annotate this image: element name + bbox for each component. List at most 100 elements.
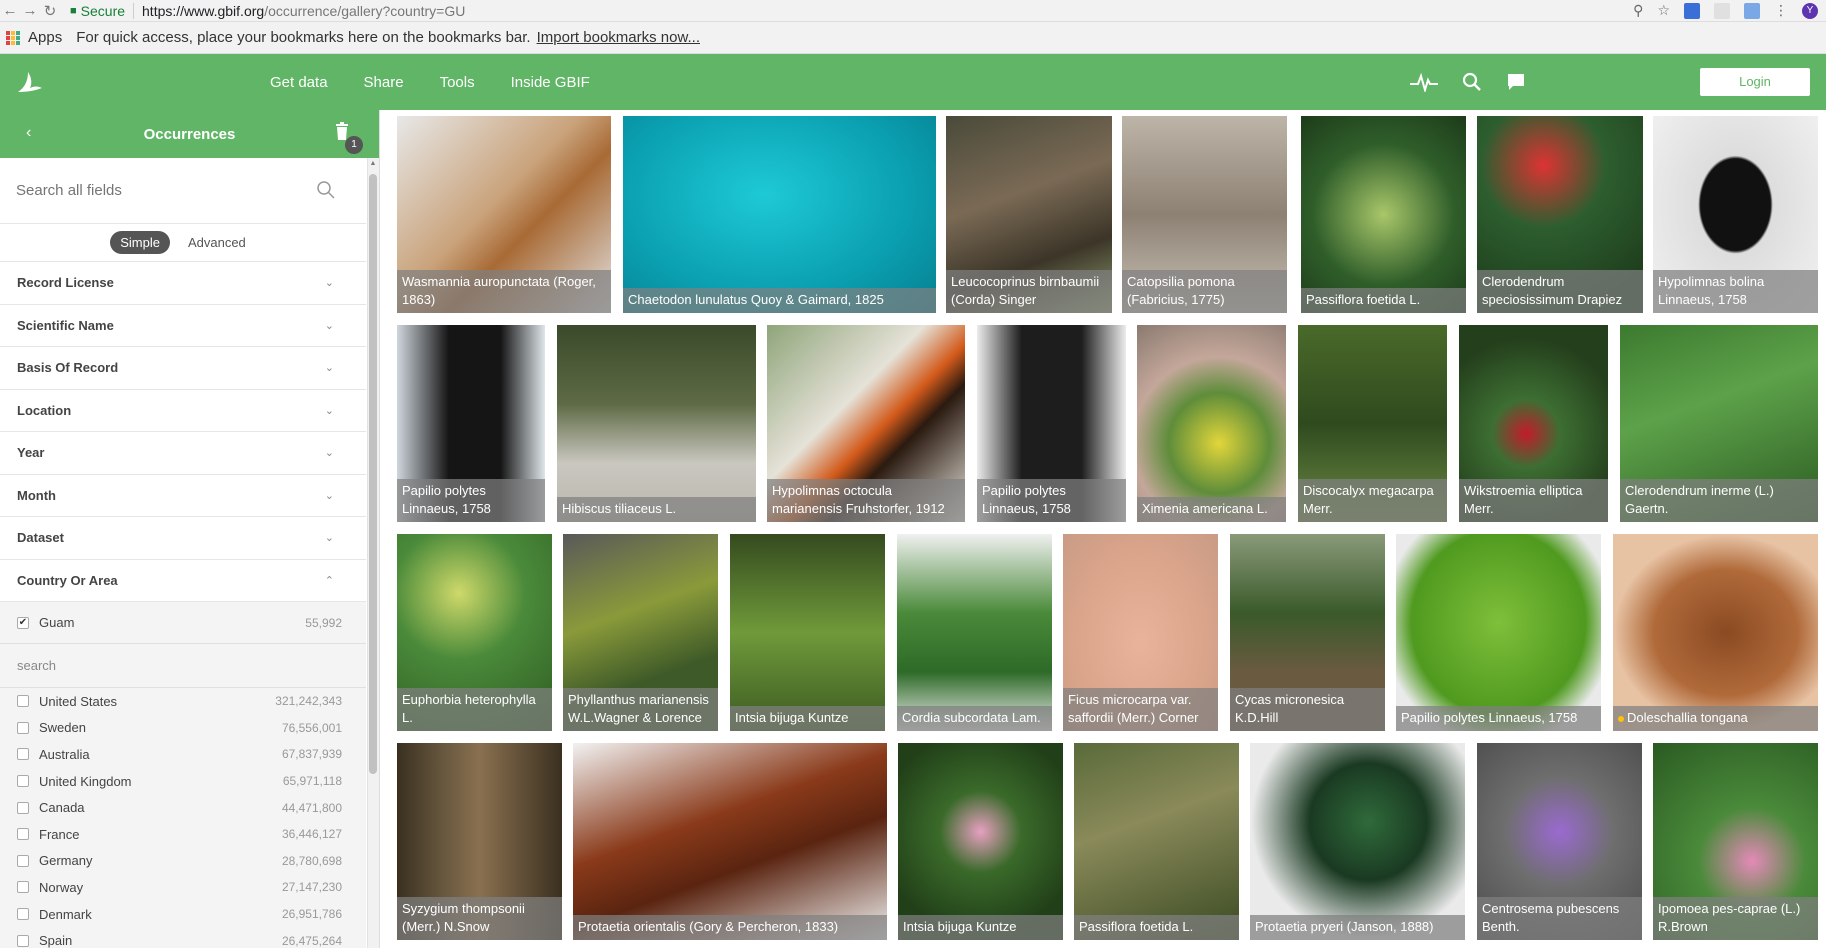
checkbox[interactable] bbox=[17, 828, 29, 841]
country-option[interactable]: Australia 67,837,939 bbox=[0, 741, 366, 768]
nav-share[interactable]: Share bbox=[364, 74, 404, 91]
tile-caption: Catopsilia pomona (Fabricius, 1775) bbox=[1122, 270, 1287, 313]
filter-basis-of-record[interactable]: Basis Of Record ⌄ bbox=[0, 347, 366, 390]
gallery-tile[interactable]: Papilio polytes Linnaeus, 1758 bbox=[397, 325, 545, 522]
gallery-tile[interactable]: Passiflora foetida L. bbox=[1301, 116, 1466, 313]
checkbox[interactable] bbox=[17, 748, 29, 761]
search-icon[interactable] bbox=[1462, 72, 1482, 92]
country-option[interactable]: Norway 27,147,230 bbox=[0, 874, 366, 901]
gbif-logo-icon[interactable] bbox=[14, 66, 46, 98]
checkbox-checked[interactable]: ✔ bbox=[17, 616, 29, 629]
gallery-tile[interactable]: Hibiscus tiliaceus L. bbox=[557, 325, 756, 522]
extension-shield-icon[interactable] bbox=[1714, 2, 1730, 19]
profile-avatar[interactable]: Y bbox=[1802, 2, 1818, 19]
gallery-tile[interactable]: Wikstroemia elliptica Merr. bbox=[1459, 325, 1608, 522]
extension-document-icon[interactable] bbox=[1744, 2, 1760, 19]
gallery-tile[interactable]: Hypolimnas octocula marianensis Fruhstor… bbox=[767, 325, 965, 522]
country-option[interactable]: United Kingdom 65,971,118 bbox=[0, 768, 366, 795]
checkbox[interactable] bbox=[17, 801, 29, 814]
search-icon[interactable] bbox=[316, 180, 336, 200]
collapse-sidebar-chevron-icon[interactable]: ‹ bbox=[26, 124, 31, 142]
mode-advanced-button[interactable]: Advanced bbox=[178, 231, 256, 254]
checkbox[interactable] bbox=[17, 881, 29, 894]
checkbox[interactable] bbox=[17, 721, 29, 734]
filter-label: Country Or Area bbox=[17, 572, 118, 588]
country-option[interactable]: Sweden 76,556,001 bbox=[0, 715, 366, 742]
selected-country-row[interactable]: ✔ Guam 55,992 bbox=[0, 602, 366, 644]
country-option[interactable]: United States 321,242,343 bbox=[0, 688, 366, 715]
sidebar-scroll-thumb[interactable] bbox=[369, 174, 377, 774]
nav-tools[interactable]: Tools bbox=[440, 74, 475, 91]
country-count: 44,471,800 bbox=[281, 800, 342, 815]
back-arrow-icon[interactable]: ← bbox=[0, 2, 20, 19]
country-option[interactable]: France 36,446,127 bbox=[0, 821, 366, 848]
country-search-field[interactable]: search bbox=[0, 644, 366, 688]
unverified-dot-icon bbox=[1618, 715, 1624, 722]
gallery-tile[interactable]: Hypolimnas bolina Linnaeus, 1758 bbox=[1653, 116, 1818, 313]
gallery-tile[interactable]: Catopsilia pomona (Fabricius, 1775) bbox=[1122, 116, 1287, 313]
reload-icon[interactable]: ↻ bbox=[40, 2, 60, 20]
trash-icon[interactable] bbox=[335, 122, 349, 140]
gallery-tile[interactable]: Intsia bijuga Kuntze bbox=[898, 743, 1063, 940]
filter-year[interactable]: Year ⌄ bbox=[0, 432, 366, 475]
gallery-tile[interactable]: Doleschallia tongana bbox=[1613, 534, 1818, 731]
checkbox[interactable] bbox=[17, 695, 29, 708]
gallery-tile[interactable]: Leucocoprinus birnbaumii (Corda) Singer bbox=[946, 116, 1112, 313]
apps-grid-icon[interactable] bbox=[6, 30, 20, 45]
gallery-tile[interactable]: Wasmannia auropunctata (Roger, 1863) bbox=[397, 116, 611, 313]
extension-butterfly-icon[interactable] bbox=[1684, 2, 1700, 19]
gallery-tile[interactable]: Chaetodon lunulatus Quoy & Gaimard, 1825 bbox=[623, 116, 936, 313]
gallery-tile[interactable]: Cordia subcordata Lam. bbox=[897, 534, 1052, 731]
bookmark-star-icon[interactable]: ☆ bbox=[1657, 2, 1670, 19]
checkbox[interactable] bbox=[17, 908, 29, 921]
import-bookmarks-link[interactable]: Import bookmarks now... bbox=[537, 29, 700, 46]
gallery-tile[interactable]: Papilio polytes Linnaeus, 1758 bbox=[977, 325, 1126, 522]
gallery-tile[interactable]: Euphorbia heterophylla L. bbox=[397, 534, 552, 731]
gallery-tile[interactable]: Ximenia americana L. bbox=[1137, 325, 1286, 522]
gallery-tile[interactable]: Ipomoea pes-caprae (L.) R.Brown bbox=[1653, 743, 1818, 940]
filter-country-or-area[interactable]: Country Or Area ⌃ bbox=[0, 560, 366, 602]
gallery-tile[interactable]: Clerodendrum inerme (L.) Gaertn. bbox=[1620, 325, 1818, 522]
gallery-tile[interactable]: Phyllanthus marianensis W.L.Wagner & Lor… bbox=[563, 534, 718, 731]
filter-dataset[interactable]: Dataset ⌄ bbox=[0, 517, 366, 560]
gallery-tile[interactable]: Protaetia orientalis (Gory & Percheron, … bbox=[573, 743, 887, 940]
feedback-chat-icon[interactable] bbox=[1506, 72, 1526, 92]
address-bar[interactable]: ■ Secure https://www.gbif.org/occurrence… bbox=[66, 1, 465, 21]
country-option[interactable]: Denmark 26,951,786 bbox=[0, 901, 366, 928]
menu-dots-icon[interactable]: ⋮ bbox=[1774, 2, 1788, 19]
country-option[interactable]: Spain 26,475,264 bbox=[0, 927, 366, 948]
gallery-tile[interactable]: Discocalyx megacarpa Merr. bbox=[1298, 325, 1447, 522]
gallery-tile[interactable]: Intsia bijuga Kuntze bbox=[730, 534, 885, 731]
filter-location[interactable]: Location ⌄ bbox=[0, 390, 366, 432]
forward-arrow-icon[interactable]: → bbox=[20, 2, 40, 19]
filter-scientific-name[interactable]: Scientific Name ⌄ bbox=[0, 305, 366, 347]
gallery-tile[interactable]: Clerodendrum speciosissimum Drapiez bbox=[1477, 116, 1643, 313]
country-option[interactable]: Canada 44,471,800 bbox=[0, 794, 366, 821]
nav-get-data[interactable]: Get data bbox=[270, 74, 328, 91]
mode-simple-button[interactable]: Simple bbox=[110, 231, 170, 254]
gallery-tile[interactable]: Ficus microcarpa var. saffordii (Merr.) … bbox=[1063, 534, 1218, 731]
gallery-tile[interactable]: Protaetia pryeri (Janson, 1888) bbox=[1250, 743, 1465, 940]
activity-pulse-icon[interactable] bbox=[1410, 72, 1438, 92]
checkbox[interactable] bbox=[17, 934, 29, 947]
filter-label: Year bbox=[17, 445, 45, 461]
tile-caption: Intsia bijuga Kuntze bbox=[730, 706, 885, 731]
gallery-tile[interactable]: Centrosema pubescens Benth. bbox=[1477, 743, 1642, 940]
gallery-tile[interactable]: Passiflora foetida L. bbox=[1074, 743, 1239, 940]
apps-link[interactable]: Apps bbox=[28, 29, 62, 46]
country-name: Guam bbox=[39, 615, 75, 630]
filter-month[interactable]: Month ⌄ bbox=[0, 475, 366, 517]
checkbox[interactable] bbox=[17, 775, 29, 788]
species-name: Leucocoprinus birnbaumii (Corda) Singer bbox=[951, 274, 1100, 307]
gallery-tile[interactable]: Syzygium thompsonii (Merr.) N.Snow bbox=[397, 743, 562, 940]
nav-inside-gbif[interactable]: Inside GBIF bbox=[511, 74, 590, 91]
search-input[interactable] bbox=[16, 182, 296, 199]
scroll-up-arrow-icon[interactable]: ▲ bbox=[369, 160, 377, 168]
gallery-tile[interactable]: Papilio polytes Linnaeus, 1758 bbox=[1396, 534, 1601, 731]
zoom-icon[interactable]: ⚲ bbox=[1633, 2, 1643, 19]
login-button[interactable]: Login bbox=[1700, 68, 1810, 96]
country-option[interactable]: Germany 28,780,698 bbox=[0, 848, 366, 875]
filter-record-license[interactable]: Record License ⌄ bbox=[0, 262, 366, 305]
checkbox[interactable] bbox=[17, 854, 29, 867]
gallery-tile[interactable]: Cycas micronesica K.D.Hill bbox=[1230, 534, 1385, 731]
